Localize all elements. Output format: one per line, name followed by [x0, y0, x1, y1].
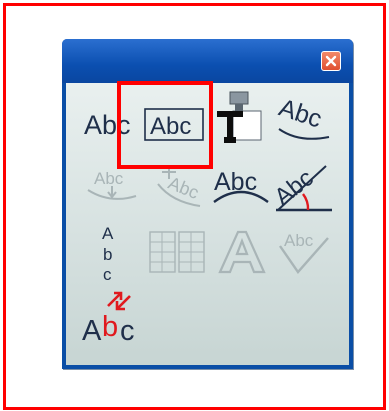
vertical-text-icon: A b c	[102, 224, 114, 284]
path-move-label: Abc	[165, 173, 201, 203]
kerning-text-a: A	[82, 315, 102, 347]
arched-text-tool[interactable]: Abc	[210, 160, 272, 208]
vertical-text-a: A	[102, 224, 114, 243]
text-on-curve-icon: Abc	[276, 94, 330, 140]
text-table-tool	[148, 230, 206, 274]
vertical-text-c: c	[103, 265, 112, 284]
vertical-text-tool[interactable]: A b c	[96, 222, 126, 284]
angled-text-icon: Abc	[269, 164, 332, 212]
text-insert-tool[interactable]	[213, 90, 269, 146]
close-button[interactable]	[321, 51, 341, 71]
text-on-curve-tool[interactable]: Abc	[273, 93, 335, 147]
path-down-label: Abc	[94, 169, 124, 188]
palette-titlebar[interactable]	[62, 39, 353, 83]
text-kerning-icon: A b c	[82, 291, 135, 347]
text-kerning-tool[interactable]: A b c	[80, 284, 142, 348]
curve-text-label: Abc	[276, 94, 326, 134]
arched-text-icon: Abc	[213, 168, 269, 203]
selection-highlight	[117, 81, 213, 169]
envelope-text-label: Abc	[284, 231, 314, 250]
vertical-text-b: b	[103, 245, 112, 264]
text-envelope-icon: Abc	[279, 231, 329, 274]
text-table-icon	[149, 231, 205, 273]
angled-text-tool[interactable]: Abc	[269, 156, 336, 214]
text-envelope-tool: Abc	[276, 226, 332, 276]
outline-letter-tool	[214, 228, 268, 276]
angled-text-label: Abc	[272, 164, 319, 211]
kerning-text-b: b	[102, 311, 118, 343]
close-icon	[325, 55, 337, 67]
outline-letter-icon	[218, 230, 266, 274]
kerning-text-c: c	[120, 315, 135, 347]
text-stamp-icon	[217, 91, 262, 143]
